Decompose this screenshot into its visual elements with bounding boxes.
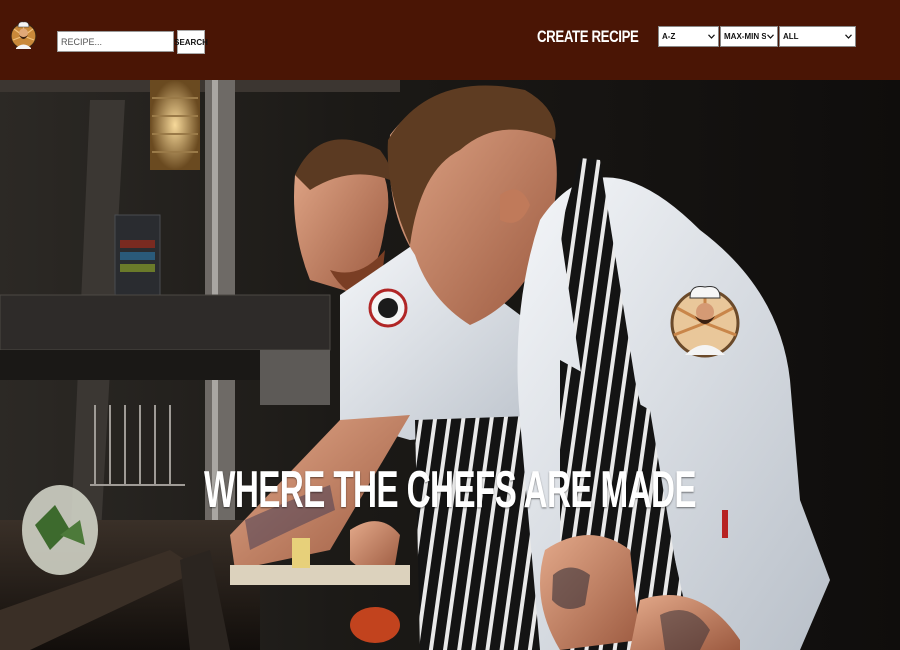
search-button[interactable]: SEARCH [174,30,208,54]
sort-alpha-value: A-Z [662,32,676,41]
chevron-down-icon [766,33,774,41]
diet-filter-select[interactable]: ALL [779,26,856,47]
chefs-cooking-in-kitchen-photo [0,80,900,650]
sort-alpha-select[interactable]: A-Z [658,26,719,47]
chevron-down-icon [844,33,852,41]
sort-score-value: MAX-MIN SCORE [724,32,766,41]
hero-section: WHERE THE CHEFS ARE MADE [0,80,900,650]
chef-mascot-logo-icon[interactable] [10,14,37,58]
sort-score-select[interactable]: MAX-MIN SCORE [720,26,778,47]
diet-filter-value: ALL [783,32,799,41]
chevron-down-icon [707,33,715,41]
navbar: SEARCH CREATE RECIPE A-Z MAX-MIN SCORE A… [0,0,900,80]
hero-title: WHERE THE CHEFS ARE MADE [204,461,697,519]
search-input[interactable] [57,31,174,52]
create-recipe-link[interactable]: CREATE RECIPE [537,27,639,49]
